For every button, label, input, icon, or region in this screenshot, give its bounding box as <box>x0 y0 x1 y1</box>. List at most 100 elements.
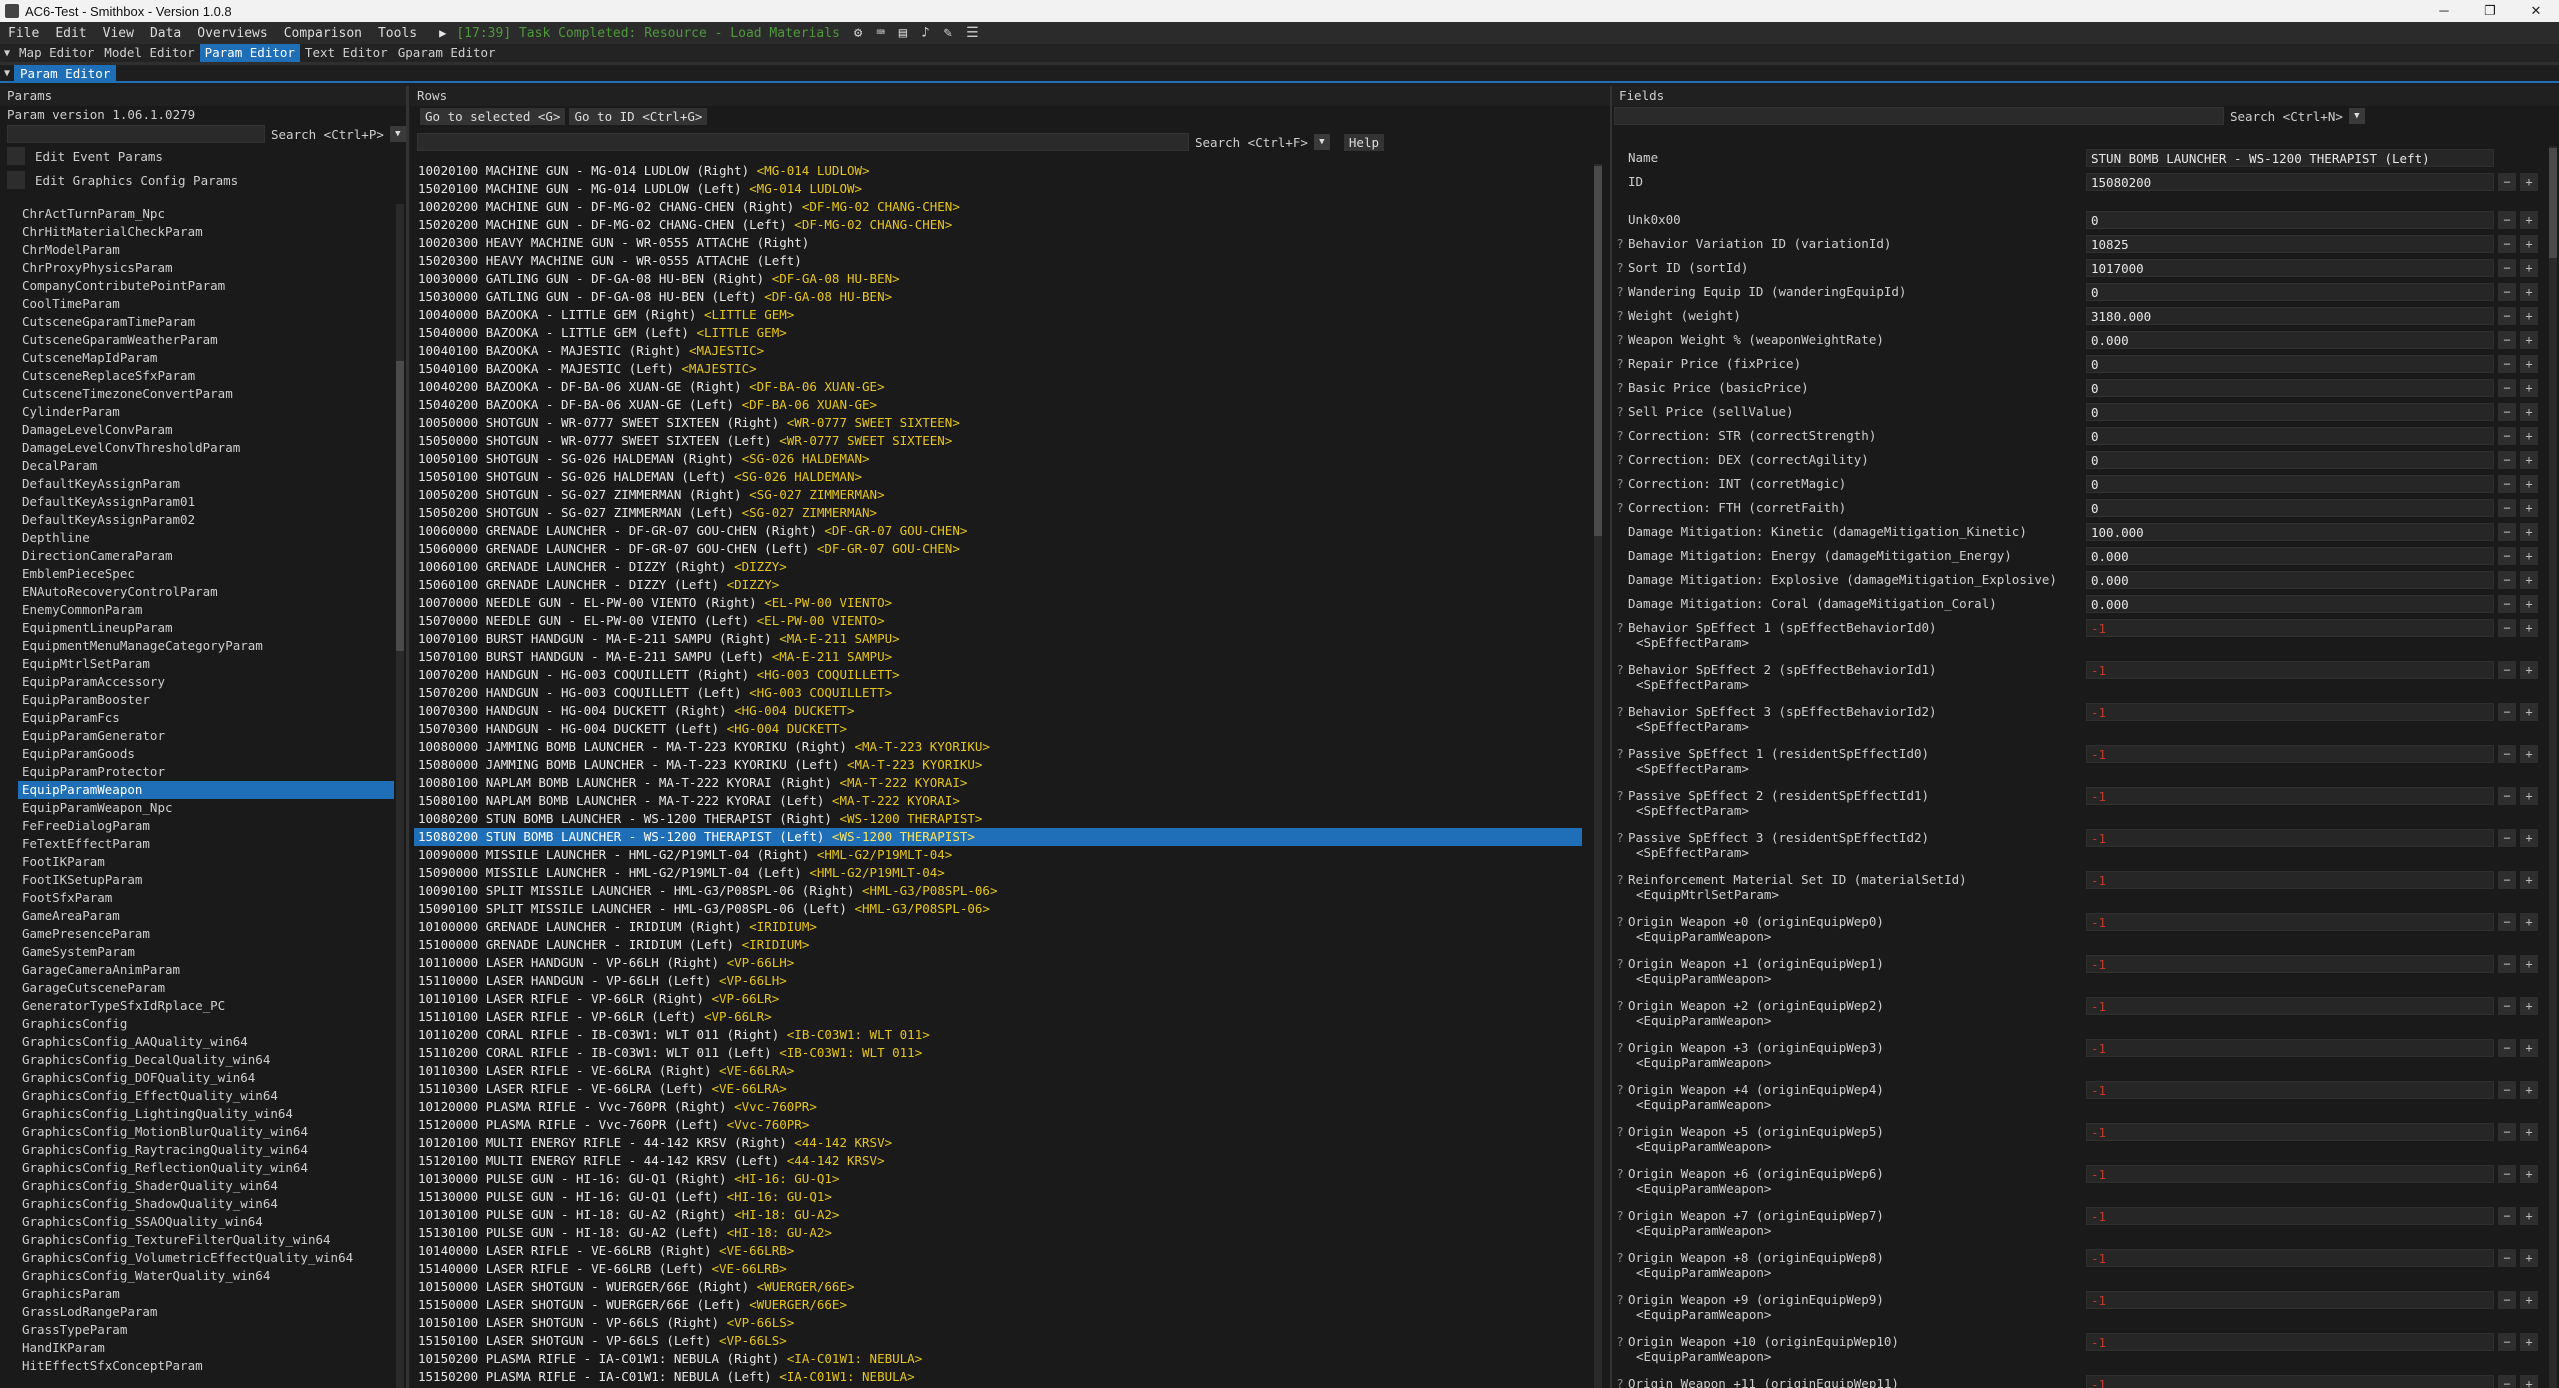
row-item[interactable]: 10140000 LASER RIFLE - VE-66LRB (Right) … <box>414 1242 1582 1260</box>
row-item[interactable]: 10100000 GRENADE LAUNCHER - IRIDIUM (Rig… <box>414 918 1582 936</box>
checkbox-box[interactable] <box>7 171 25 189</box>
row-item[interactable]: 10090000 MISSILE LAUNCHER - HML-G2/P19ML… <box>414 846 1582 864</box>
collapse-icon[interactable]: ▼ <box>0 48 14 59</box>
row-item[interactable]: 10080000 JAMMING BOMB LAUNCHER - MA-T-22… <box>414 738 1582 756</box>
field-value-input[interactable]: 0 <box>2086 451 2494 469</box>
close-icon[interactable]: ✕ <box>2513 3 2559 19</box>
row-item[interactable]: 15050100 SHOTGUN - SG-026 HALDEMAN (Left… <box>414 468 1582 486</box>
help-icon[interactable]: ? <box>1612 910 1628 934</box>
field-value-input[interactable]: 0.000 <box>2086 331 2494 349</box>
tab-param-editor[interactable]: Param Editor <box>199 44 300 62</box>
field-ref-param[interactable]: <EquipParamWeapon> <box>1628 1054 2086 1072</box>
field-value-input[interactable]: 10825 <box>2086 235 2494 253</box>
param-list-item[interactable]: DefaultKeyAssignParam02 <box>18 511 394 529</box>
row-item[interactable]: 15060100 GRENADE LAUNCHER - DIZZY (Left)… <box>414 576 1582 594</box>
help-icon[interactable]: ? <box>1612 1372 1628 1388</box>
param-list-item[interactable]: GeneratorTypeSfxIdRplace_PC <box>18 997 394 1015</box>
help-button[interactable]: Help <box>1343 133 1384 151</box>
row-item[interactable]: 10110000 LASER HANDGUN - VP-66LH (Right)… <box>414 954 1582 972</box>
param-list-item[interactable]: GarageCutsceneParam <box>18 979 394 997</box>
help-icon[interactable]: ? <box>1612 1036 1628 1060</box>
row-item[interactable]: 10110100 LASER RIFLE - VP-66LR (Right) <… <box>414 990 1582 1008</box>
decrement-button[interactable]: − <box>2498 787 2516 805</box>
row-item[interactable]: 10040100 BAZOOKA - MAJESTIC (Right) <MAJ… <box>414 342 1582 360</box>
param-list-item[interactable]: EnemyCommonParam <box>18 601 394 619</box>
decrement-button[interactable]: − <box>2498 1123 2516 1141</box>
help-icon[interactable]: ? <box>1612 868 1628 892</box>
row-item[interactable]: 10150100 LASER SHOTGUN - VP-66LS (Right)… <box>414 1314 1582 1332</box>
row-item[interactable]: 15070000 NEEDLE GUN - EL-PW-00 VIENTO (L… <box>414 612 1582 630</box>
field-value-input[interactable]: STUN BOMB LAUNCHER - WS-1200 THERAPIST (… <box>2086 149 2494 167</box>
field-value-input[interactable]: -1 <box>2086 1039 2494 1057</box>
field-ref-param[interactable]: <EquipMtrlSetParam> <box>1628 886 2086 904</box>
param-list-item[interactable]: CutsceneGparamWeatherParam <box>18 331 394 349</box>
row-item[interactable]: 10050100 SHOTGUN - SG-026 HALDEMAN (Righ… <box>414 450 1582 468</box>
row-item[interactable]: 15050000 SHOTGUN - WR-0777 SWEET SIXTEEN… <box>414 432 1582 450</box>
increment-button[interactable]: + <box>2520 1165 2538 1183</box>
field-ref-param[interactable]: <EquipParamWeapon> <box>1628 1348 2086 1366</box>
field-value-input[interactable]: -1 <box>2086 1249 2494 1267</box>
menu-comparison[interactable]: Comparison <box>276 26 370 41</box>
decrement-button[interactable]: − <box>2498 427 2516 445</box>
book-icon[interactable]: ▤ <box>899 25 907 41</box>
field-ref-param[interactable]: <EquipParamWeapon> <box>1628 1264 2086 1282</box>
checkbox-box[interactable] <box>7 147 25 165</box>
row-item[interactable]: 10040000 BAZOOKA - LITTLE GEM (Right) <L… <box>414 306 1582 324</box>
param-list-item[interactable]: EquipParamWeapon_Npc <box>18 799 394 817</box>
play-icon[interactable]: ▶ <box>439 26 446 40</box>
field-value-input[interactable]: 1017000 <box>2086 259 2494 277</box>
param-list-item[interactable]: GamePresenceParam <box>18 925 394 943</box>
decrement-button[interactable]: − <box>2498 997 2516 1015</box>
field-value-input[interactable]: 0.000 <box>2086 571 2494 589</box>
fields-search-input[interactable] <box>1614 107 2224 125</box>
param-list-item[interactable]: EquipMtrlSetParam <box>18 655 394 673</box>
help-icon[interactable]: ? <box>1612 376 1628 400</box>
increment-button[interactable]: + <box>2520 355 2538 373</box>
increment-button[interactable]: + <box>2520 745 2538 763</box>
scroll-thumb[interactable] <box>2549 148 2557 258</box>
param-list-item[interactable]: GraphicsConfig_ReflectionQuality_win64 <box>18 1159 394 1177</box>
edit-graphics-params-checkbox[interactable]: Edit Graphics Config Params <box>0 168 406 192</box>
field-value-input[interactable]: -1 <box>2086 955 2494 973</box>
row-item[interactable]: 15050200 SHOTGUN - SG-027 ZIMMERMAN (Lef… <box>414 504 1582 522</box>
params-scrollbar[interactable] <box>396 204 404 1388</box>
decrement-button[interactable]: − <box>2498 1375 2516 1388</box>
menu-data[interactable]: Data <box>142 26 189 41</box>
field-ref-param[interactable]: <EquipParamWeapon> <box>1628 970 2086 988</box>
row-item[interactable]: 10150000 LASER SHOTGUN - WUERGER/66E (Ri… <box>414 1278 1582 1296</box>
field-value-input[interactable]: 0 <box>2086 499 2494 517</box>
field-ref-param[interactable]: <SpEffectParam> <box>1628 676 2086 694</box>
row-item[interactable]: 10060100 GRENADE LAUNCHER - DIZZY (Right… <box>414 558 1582 576</box>
param-list-item[interactable]: FeFreeDialogParam <box>18 817 394 835</box>
param-list-item[interactable]: DirectionCameraParam <box>18 547 394 565</box>
row-item[interactable]: 15080200 STUN BOMB LAUNCHER - WS-1200 TH… <box>414 828 1582 846</box>
row-item[interactable]: 15110100 LASER RIFLE - VP-66LR (Left) <V… <box>414 1008 1582 1026</box>
collapse-icon[interactable]: ▼ <box>0 68 14 79</box>
row-item[interactable]: 15020100 MACHINE GUN - MG-014 LUDLOW (Le… <box>414 180 1582 198</box>
param-list-item[interactable]: GraphicsConfig_LightingQuality_win64 <box>18 1105 394 1123</box>
row-item[interactable]: 10020100 MACHINE GUN - MG-014 LUDLOW (Ri… <box>414 162 1582 180</box>
row-item[interactable]: 15140000 LASER RIFLE - VE-66LRB (Left) <… <box>414 1260 1582 1278</box>
decrement-button[interactable]: − <box>2498 1291 2516 1309</box>
row-item[interactable]: 15130100 PULSE GUN - HI-18: GU-A2 (Left)… <box>414 1224 1582 1242</box>
increment-button[interactable]: + <box>2520 211 2538 229</box>
decrement-button[interactable]: − <box>2498 211 2516 229</box>
tab-param-editor-sub[interactable]: Param Editor <box>14 64 117 82</box>
increment-button[interactable]: + <box>2520 1039 2538 1057</box>
row-item[interactable]: 15110200 CORAL RIFLE - IB-C03W1: WLT 011… <box>414 1044 1582 1062</box>
field-value-input[interactable]: 3180.000 <box>2086 307 2494 325</box>
row-item[interactable]: 15070100 BURST HANDGUN - MA-E-211 SAMPU … <box>414 648 1582 666</box>
help-icon[interactable]: ? <box>1612 304 1628 328</box>
goto-id-button[interactable]: Go to ID <Ctrl+G> <box>569 107 708 125</box>
chevron-down-icon[interactable]: ▼ <box>2348 108 2365 124</box>
param-list-item[interactable]: EquipParamAccessory <box>18 673 394 691</box>
help-icon[interactable]: ? <box>1612 280 1628 304</box>
field-value-input[interactable]: 0.000 <box>2086 547 2494 565</box>
row-item[interactable]: 15150100 LASER SHOTGUN - VP-66LS (Left) … <box>414 1332 1582 1350</box>
row-item[interactable]: 15070300 HANDGUN - HG-004 DUCKETT (Left)… <box>414 720 1582 738</box>
param-list-item[interactable]: EquipmentLineupParam <box>18 619 394 637</box>
help-icon[interactable]: ? <box>1612 448 1628 472</box>
param-list-item[interactable]: CutsceneMapIdParam <box>18 349 394 367</box>
param-list-item[interactable]: FootIKSetupParam <box>18 871 394 889</box>
field-value-input[interactable]: 100.000 <box>2086 523 2494 541</box>
